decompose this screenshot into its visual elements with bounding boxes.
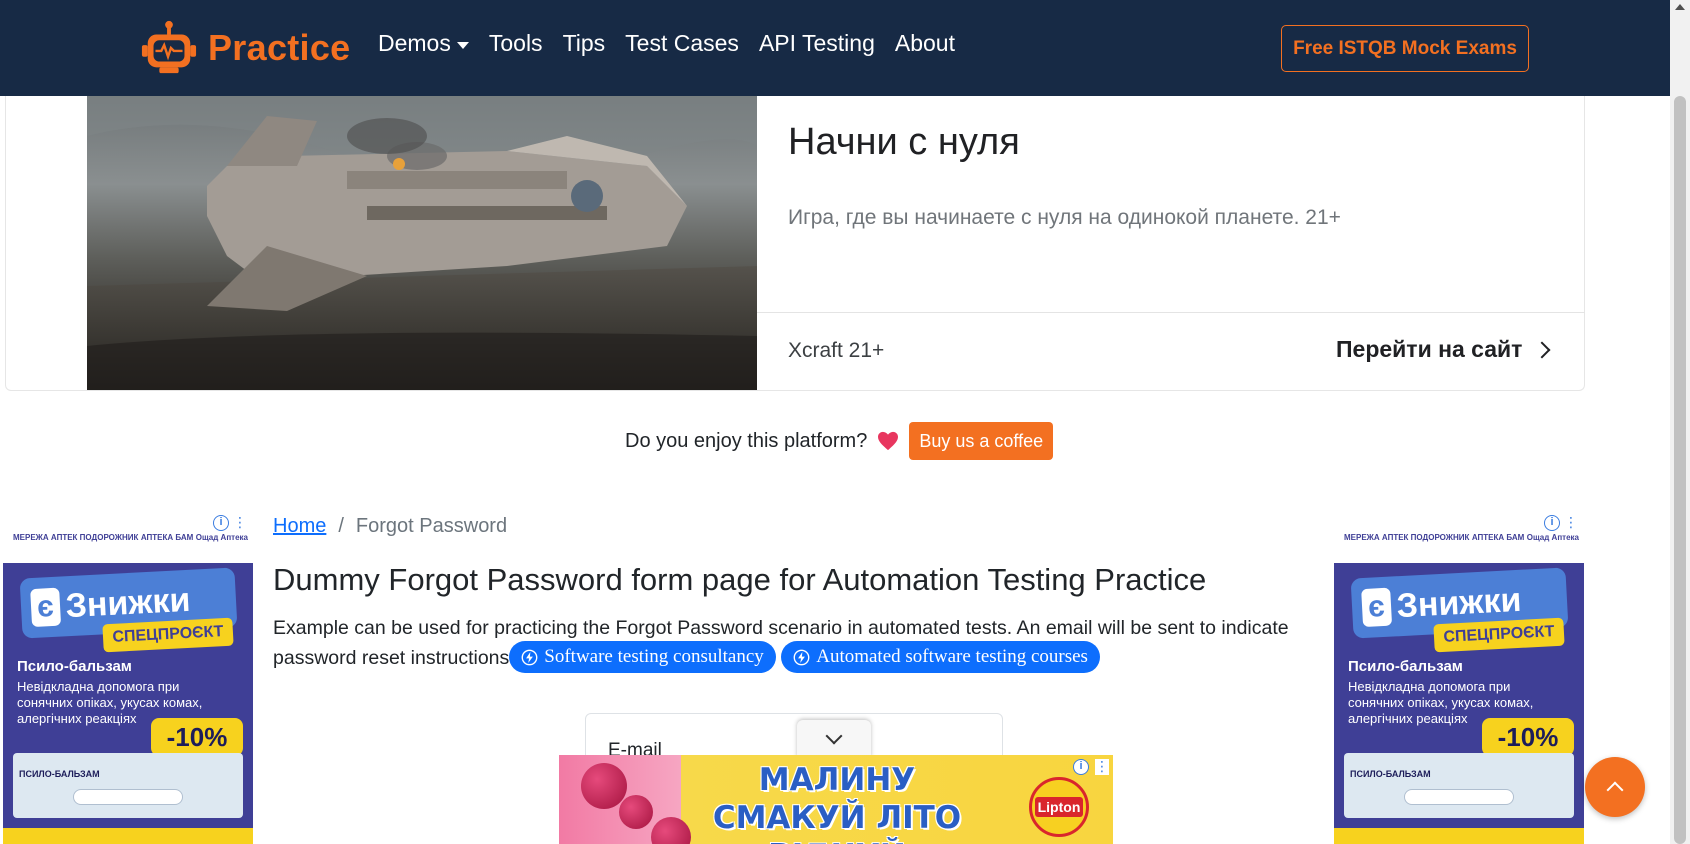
ad-footer-strip (3, 828, 253, 844)
ad-divider (757, 312, 1585, 313)
nav-tools[interactable]: Tools (479, 30, 553, 57)
consultancy-pill-label: Software testing consultancy (544, 646, 764, 667)
raspberry-image (619, 795, 653, 829)
nav-tips[interactable]: Tips (553, 30, 616, 57)
top-ad-banner[interactable]: Начни с нуля Игра, где вы начинаете с ну… (5, 96, 1585, 391)
heart-icon (878, 431, 899, 451)
ad-headline-text: Знижки (1395, 580, 1523, 625)
nav-links: Demos Tools Tips Test Cases API Testing … (368, 30, 965, 57)
ad-product-pack: ПСИЛО-БАЛЬЗАМ (13, 753, 243, 818)
chevron-right-icon (1533, 341, 1551, 358)
ad-logo-1: МЕРЕЖА АПТЕК ПОДОРОЖНИК (13, 533, 139, 542)
ad-collapse-button[interactable] (797, 720, 871, 758)
left-side-ad[interactable]: МЕРЕЖА АПТЕК ПОДОРОЖНИК АПТЕКА БАМ Ощад … (3, 513, 253, 844)
nav-test-cases[interactable]: Test Cases (615, 30, 749, 57)
ad-logo-2: АПТЕКА БАМ (140, 533, 194, 542)
ad-e-badge: є (1361, 587, 1392, 628)
istqb-mock-exams-button[interactable]: Free ISTQB Mock Exams (1281, 25, 1529, 72)
bolt-icon (793, 649, 810, 665)
ad-pack-label: ПСИЛО-БАЛЬЗАМ (1350, 769, 1431, 779)
ad-logo-1: МЕРЕЖА АПТЕК ПОДОРОЖНИК (1344, 533, 1470, 542)
navbar: Practice Demos Tools Tips Test Cases API… (0, 0, 1670, 96)
ad-brand: Xcraft 21+ (788, 339, 885, 362)
ad-tube (1404, 789, 1514, 805)
consultancy-pill[interactable]: Software testing consultancy (509, 641, 776, 673)
ad-menu-icon[interactable]: ⋮ (1564, 515, 1578, 529)
buy-coffee-button[interactable]: Buy us a coffee (909, 422, 1054, 460)
breadcrumb-current: Forgot Password (355, 515, 508, 537)
nav-demos[interactable]: Demos (368, 30, 479, 57)
ad-logo-3: Ощад Аптека (195, 533, 248, 542)
brand-link[interactable]: Practice (140, 18, 351, 78)
scroll-thumb[interactable] (1674, 96, 1686, 844)
bolt-icon (521, 649, 538, 665)
bottom-ad-headline: МАЛИНУ СМАКУЙ ЛІТО ВІДЧУЙ (712, 762, 962, 844)
page-title: Dummy Forgot Password form page for Auto… (273, 562, 1207, 597)
caret-down-icon (456, 41, 469, 49)
robot-logo-icon (141, 20, 197, 74)
lipton-logo: Lipton (1029, 777, 1089, 837)
bottom-sticky-ad[interactable]: МАЛИНУ СМАКУЙ ЛІТО ВІДЧУЙ Lipton i ⋮ (559, 755, 1113, 844)
breadcrumb-separator: / (338, 515, 344, 537)
ad-menu-icon[interactable]: ⋮ (1095, 759, 1109, 775)
ad-info-icon[interactable]: i (1544, 515, 1560, 531)
ad-logo-2: АПТЕКА БАМ (1471, 533, 1525, 542)
ad-info-icon[interactable]: i (1073, 759, 1089, 775)
ad-discount: -10% (1482, 718, 1574, 756)
ad-product: Псило-бальзам (17, 658, 132, 675)
nav-demos-label: Demos (378, 30, 451, 56)
nav-api-testing[interactable]: API Testing (749, 30, 885, 57)
ad-menu-icon[interactable]: ⋮ (233, 515, 247, 529)
raspberry-image (581, 763, 627, 809)
ad-cta-link[interactable]: Перейти на сайт (1336, 336, 1551, 363)
courses-pill-label: Automated software testing courses (816, 646, 1088, 667)
breadcrumb-home[interactable]: Home (273, 515, 326, 538)
lipton-logo-text: Lipton (1034, 797, 1084, 817)
chevron-up-icon (1606, 781, 1624, 799)
ad-product: Псило-бальзам (1348, 658, 1463, 675)
spaceship-illustration (87, 96, 757, 390)
ad-logos: МЕРЕЖА АПТЕК ПОДОРОЖНИК АПТЕКА БАМ Ощад … (1344, 533, 1579, 542)
ad-product-pack: ПСИЛО-БАЛЬЗАМ (1344, 753, 1574, 818)
ad-logos: МЕРЕЖА АПТЕК ПОДОРОЖНИК АПТЕКА БАМ Ощад … (13, 533, 248, 542)
ad-subheadline: СПЕЦПРОЄКТ (1433, 617, 1565, 653)
ad-footer-strip (1334, 828, 1584, 844)
back-to-top-button[interactable] (1585, 757, 1645, 817)
coffee-prompt: Do you enjoy this platform? (625, 429, 868, 452)
breadcrumb: Home / Forgot Password (273, 515, 507, 538)
page-description: Example can be used for practicing the F… (273, 613, 1333, 675)
ad-spaceship-image[interactable] (87, 96, 757, 390)
ad-headline-text: Знижки (64, 580, 192, 625)
ad-info-icon[interactable]: i (213, 515, 229, 531)
ad-cta-label: Перейти на сайт (1336, 336, 1523, 362)
ad-pack-label: ПСИЛО-БАЛЬЗАМ (19, 769, 100, 779)
coffee-row: Do you enjoy this platform? Buy us a cof… (625, 422, 1054, 460)
page-scrollbar[interactable] (1670, 0, 1690, 844)
ad-description: Игра, где вы начинаете с нуля на одиноко… (788, 206, 1341, 229)
courses-pill[interactable]: Automated software testing courses (781, 641, 1100, 673)
nav-about[interactable]: About (885, 30, 965, 57)
ad-title[interactable]: Начни с нуля (788, 121, 1020, 164)
chevron-down-icon (825, 727, 843, 745)
scroll-up-arrow[interactable] (1675, 4, 1685, 10)
right-side-ad[interactable]: МЕРЕЖА АПТЕК ПОДОРОЖНИК АПТЕКА БАМ Ощад … (1334, 513, 1584, 844)
ad-e-badge: є (30, 587, 61, 628)
ad-discount: -10% (151, 718, 243, 756)
ad-tube (73, 789, 183, 805)
raspberry-image (651, 817, 691, 844)
ad-logo-3: Ощад Аптека (1526, 533, 1579, 542)
brand-text: Practice (208, 27, 351, 68)
ad-subheadline: СПЕЦПРОЄКТ (102, 617, 234, 653)
